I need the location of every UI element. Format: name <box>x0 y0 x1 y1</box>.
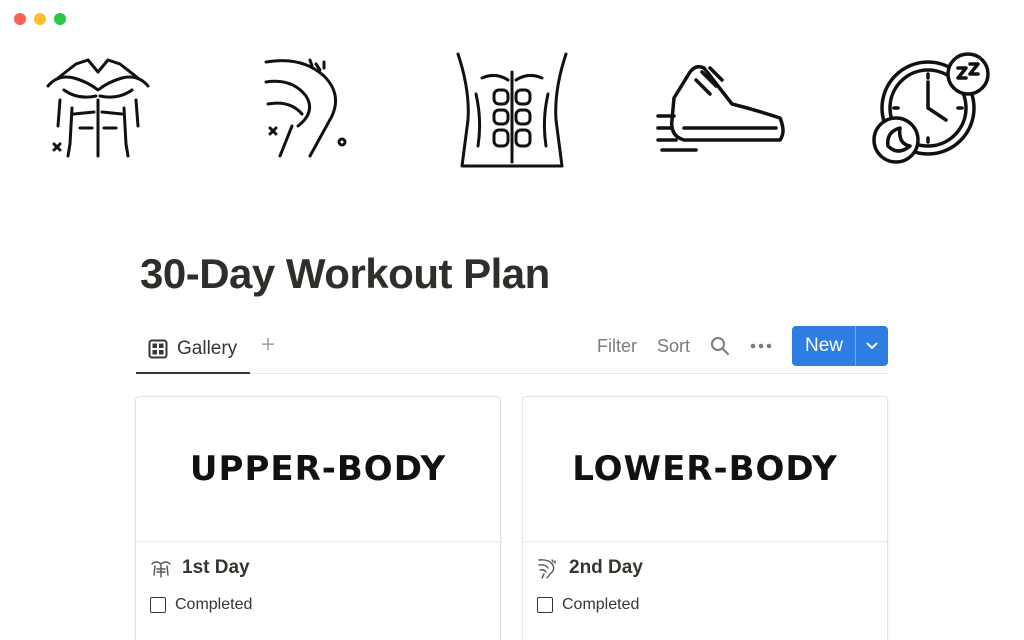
card-cover: UPPER-BODY <box>136 397 500 542</box>
torso-small-icon <box>151 561 171 578</box>
add-view-button[interactable]: + <box>256 332 280 360</box>
sleep-clock-icon <box>870 50 992 168</box>
running-shoe-icon <box>656 58 786 158</box>
abs-icon <box>454 50 570 170</box>
filter-button[interactable]: Filter <box>597 336 637 357</box>
window-controls <box>14 13 66 25</box>
gallery-card[interactable]: LOWER-BODY 2nd Day Completed <box>522 396 888 640</box>
completed-label: Completed <box>175 596 253 613</box>
card-cover-text: LOWER-BODY <box>572 449 838 489</box>
card-title: 2nd Day <box>569 557 643 578</box>
toolbar-actions: Filter Sort New <box>597 326 888 366</box>
card-property-completed: Completed <box>537 596 639 614</box>
gallery-grid-icon <box>148 339 168 359</box>
new-dropdown-button[interactable] <box>855 326 888 366</box>
card-cover: LOWER-BODY <box>523 397 887 542</box>
card-cover-text: UPPER-BODY <box>189 449 447 489</box>
sort-button[interactable]: Sort <box>657 336 690 357</box>
database-toolbar: Gallery + Filter Sort New <box>136 326 888 374</box>
tab-gallery-label: Gallery <box>177 338 238 359</box>
card-property-completed: Completed <box>150 596 252 614</box>
search-icon <box>710 337 729 355</box>
muscular-torso-icon <box>44 56 152 160</box>
completed-label: Completed <box>562 596 640 613</box>
tab-gallery-view[interactable]: Gallery <box>136 326 250 374</box>
chevron-down-icon <box>866 342 878 349</box>
search-button[interactable] <box>710 336 730 356</box>
more-dots-icon <box>750 343 772 349</box>
card-title-row: 2nd Day <box>537 557 643 579</box>
completed-checkbox[interactable] <box>537 597 553 613</box>
new-button[interactable]: New <box>792 326 855 366</box>
card-title: 1st Day <box>182 557 250 578</box>
zoom-window-button[interactable] <box>54 13 66 25</box>
more-options-button[interactable] <box>750 343 772 349</box>
card-title-row: 1st Day <box>150 557 250 579</box>
gallery-card[interactable]: UPPER-BODY 1st Day Completed <box>135 396 501 640</box>
page-cover <box>0 48 1024 178</box>
page-title: 30-Day Workout Plan <box>140 250 550 297</box>
leg-flex-icon <box>262 56 352 160</box>
completed-checkbox[interactable] <box>150 597 166 613</box>
leg-small-icon <box>538 559 556 579</box>
close-window-button[interactable] <box>14 13 26 25</box>
new-button-group: New <box>791 326 888 366</box>
minimize-window-button[interactable] <box>34 13 46 25</box>
